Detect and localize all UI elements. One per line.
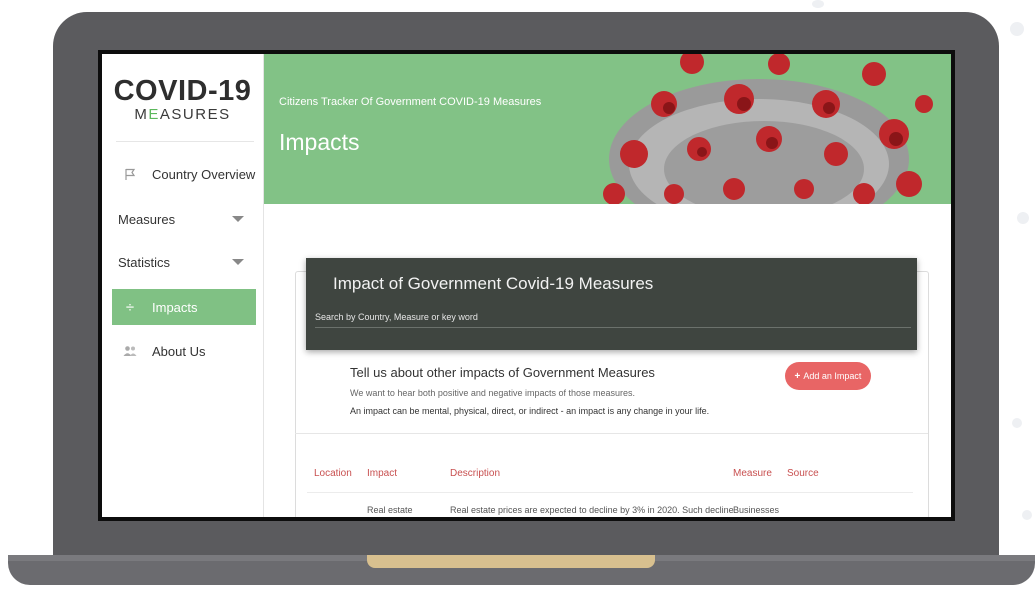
laptop-hinge: [367, 555, 655, 568]
sidebar-item-label: Statistics: [118, 254, 171, 270]
sidebar-item-label: Measures: [118, 211, 176, 227]
plus-icon: +: [794, 370, 801, 382]
page-title: Impacts: [279, 129, 360, 155]
search-input[interactable]: Search by Country, Measure or key word: [315, 312, 478, 322]
card-divider: [295, 433, 928, 434]
background-dot: [1012, 418, 1022, 428]
chevron-down-icon: [232, 259, 244, 265]
logo-subtitle: MEASURES: [102, 106, 263, 124]
sidebar-item-country-overview[interactable]: Country Overview: [112, 156, 256, 192]
column-header-location[interactable]: Location: [314, 468, 352, 479]
sidebar-item-label: Impacts: [152, 299, 198, 315]
app-logo[interactable]: COVID-19 MEASURES: [102, 76, 263, 124]
app-display: COVID-19 MEASURES Country Overview Measu…: [102, 54, 951, 517]
sidebar-item-measures[interactable]: Measures: [112, 201, 262, 237]
tell-us-text-definition: An impact can be mental, physical, direc…: [350, 406, 710, 416]
background-dot: [1017, 212, 1029, 224]
impacts-search-panel: Impact of Government Covid-19 Measures S…: [306, 258, 917, 350]
sidebar-item-label: Country Overview: [152, 166, 256, 182]
cell-measure: Businesses: [733, 505, 780, 515]
background-dot: [1010, 22, 1024, 36]
flag-icon: [118, 168, 142, 181]
divide-icon: ÷: [125, 298, 135, 316]
search-input-underline: [315, 327, 911, 328]
column-header-source[interactable]: Source: [787, 468, 819, 479]
sidebar: COVID-19 MEASURES Country Overview Measu…: [102, 54, 264, 517]
logo-subtitle-suffix: ASURES: [159, 106, 231, 123]
logo-subtitle-accent: E: [148, 106, 160, 123]
sidebar-item-label: About Us: [152, 343, 206, 359]
background-dot: [1022, 510, 1032, 520]
page-banner: Citizens Tracker Of Government COVID-19 …: [264, 54, 951, 204]
sidebar-item-statistics[interactable]: Statistics: [112, 244, 262, 280]
table-header-divider: [307, 492, 913, 493]
sidebar-item-impacts[interactable]: ÷ Impacts: [112, 289, 256, 325]
cell-description: Real estate prices are expected to decli…: [450, 505, 734, 515]
logo-subtitle-prefix: M: [134, 106, 149, 123]
sidebar-divider: [116, 141, 254, 142]
add-impact-label: Add an Impact: [803, 371, 862, 381]
tell-us-text: We want to hear both positive and negati…: [350, 388, 635, 398]
coronavirus-illustration: [603, 54, 933, 204]
logo-title: COVID-19: [113, 75, 252, 107]
sidebar-item-about-us[interactable]: About Us: [112, 333, 256, 369]
add-impact-button[interactable]: + Add an Impact: [785, 362, 871, 390]
cell-impact: Real estate: [367, 505, 413, 515]
banner-tagline: Citizens Tracker Of Government COVID-19 …: [279, 96, 542, 108]
laptop-screen: COVID-19 MEASURES Country Overview Measu…: [98, 50, 955, 521]
panel-title: Impact of Government Covid-19 Measures: [333, 274, 654, 293]
background-dot: [812, 0, 824, 8]
column-header-description[interactable]: Description: [450, 468, 500, 479]
tell-us-heading: Tell us about other impacts of Governmen…: [350, 365, 655, 380]
chevron-down-icon: [232, 216, 244, 222]
users-icon: [118, 345, 142, 357]
column-header-measure[interactable]: Measure: [733, 468, 772, 479]
column-header-impact[interactable]: Impact: [367, 468, 397, 479]
